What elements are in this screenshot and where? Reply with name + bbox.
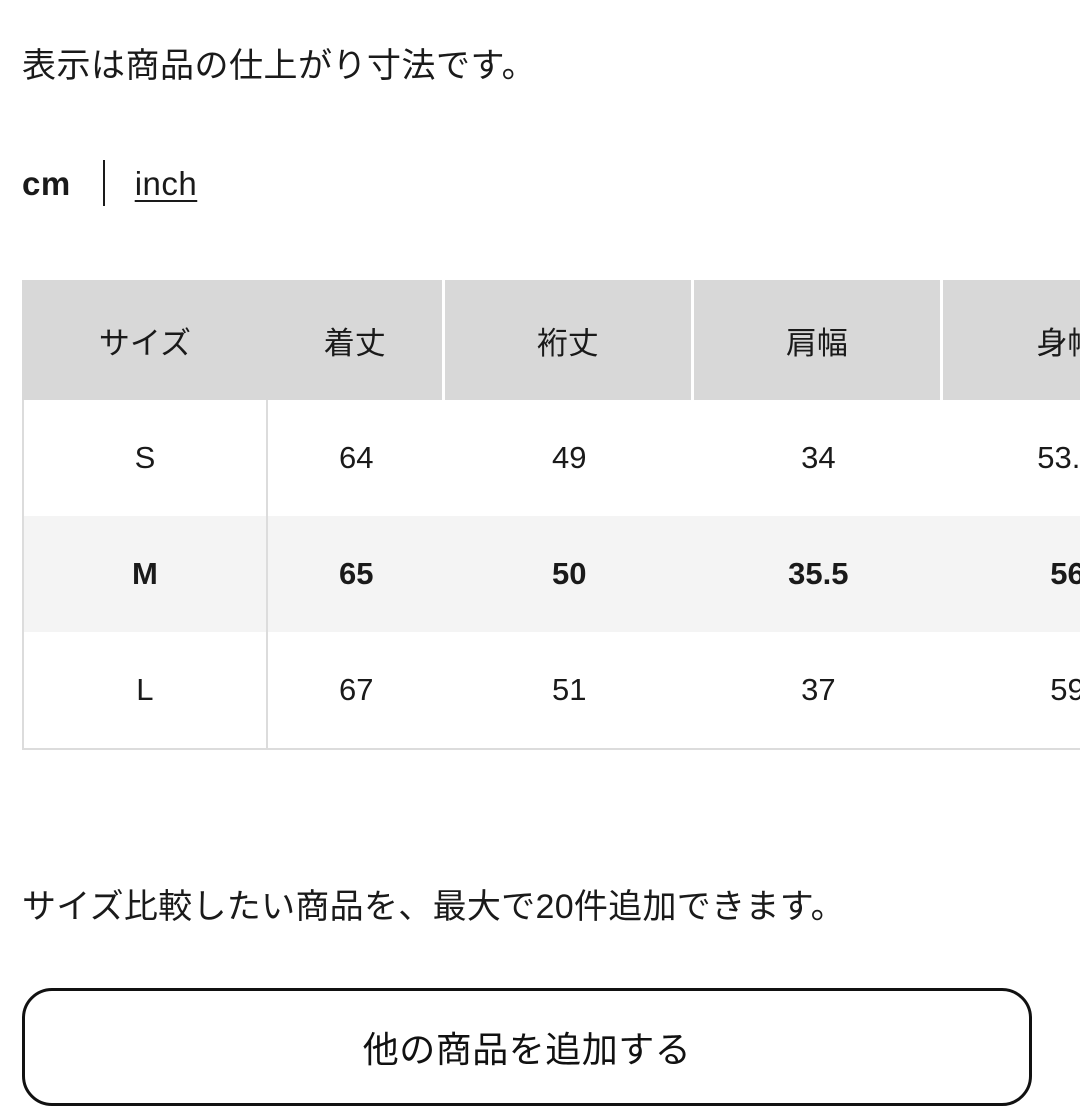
column-header-size: サイズ — [22, 280, 268, 400]
table-row: M 65 50 35.5 56 — [22, 516, 1080, 632]
compare-note: サイズ比較したい商品を、最大で20件追加できます。 — [22, 888, 845, 926]
measurement-note: 表示は商品の仕上がり寸法です。 — [22, 47, 537, 85]
unit-divider — [102, 160, 105, 206]
cell-shoulder: 35.5 — [693, 516, 943, 632]
size-table-container[interactable]: サイズ 着丈 裄丈 肩幅 身幅 S 64 49 34 53.5 M 65 — [22, 280, 1080, 750]
size-table-head: サイズ 着丈 裄丈 肩幅 身幅 — [22, 280, 1080, 400]
unit-option-cm[interactable]: cm — [22, 167, 71, 200]
cell-chest: 56 — [942, 516, 1080, 632]
size-table-body: S 64 49 34 53.5 M 65 50 35.5 56 L 67 51 — [22, 400, 1080, 750]
column-header-length: 着丈 — [267, 280, 445, 400]
cell-chest: 59 — [942, 632, 1080, 750]
column-header-chest: 身幅 — [942, 280, 1080, 400]
cell-shoulder: 34 — [693, 400, 943, 516]
cell-length: 67 — [267, 632, 445, 750]
cell-sleeve: 49 — [444, 400, 694, 516]
cell-size: M — [22, 516, 268, 632]
column-header-shoulder: 肩幅 — [693, 280, 943, 400]
table-row: S 64 49 34 53.5 — [22, 400, 1080, 516]
table-header-row: サイズ 着丈 裄丈 肩幅 身幅 — [22, 280, 1080, 400]
add-product-button[interactable]: 他の商品を追加する — [22, 988, 1032, 1106]
size-chart-page: 表示は商品の仕上がり寸法です。 cm inch サイズ 着丈 裄丈 肩幅 身幅 — [0, 0, 1080, 1106]
cell-size: L — [22, 632, 268, 750]
cell-sleeve: 50 — [444, 516, 694, 632]
size-table: サイズ 着丈 裄丈 肩幅 身幅 S 64 49 34 53.5 M 65 — [22, 280, 1080, 750]
cell-length: 64 — [267, 400, 445, 516]
cell-shoulder: 37 — [693, 632, 943, 750]
unit-toggle: cm inch — [22, 158, 197, 208]
table-row: L 67 51 37 59 — [22, 632, 1080, 750]
cell-length: 65 — [267, 516, 445, 632]
cell-chest: 53.5 — [942, 400, 1080, 516]
column-header-sleeve: 裄丈 — [444, 280, 694, 400]
cell-sleeve: 51 — [444, 632, 694, 750]
unit-option-inch[interactable]: inch — [135, 167, 198, 200]
cell-size: S — [22, 400, 268, 516]
